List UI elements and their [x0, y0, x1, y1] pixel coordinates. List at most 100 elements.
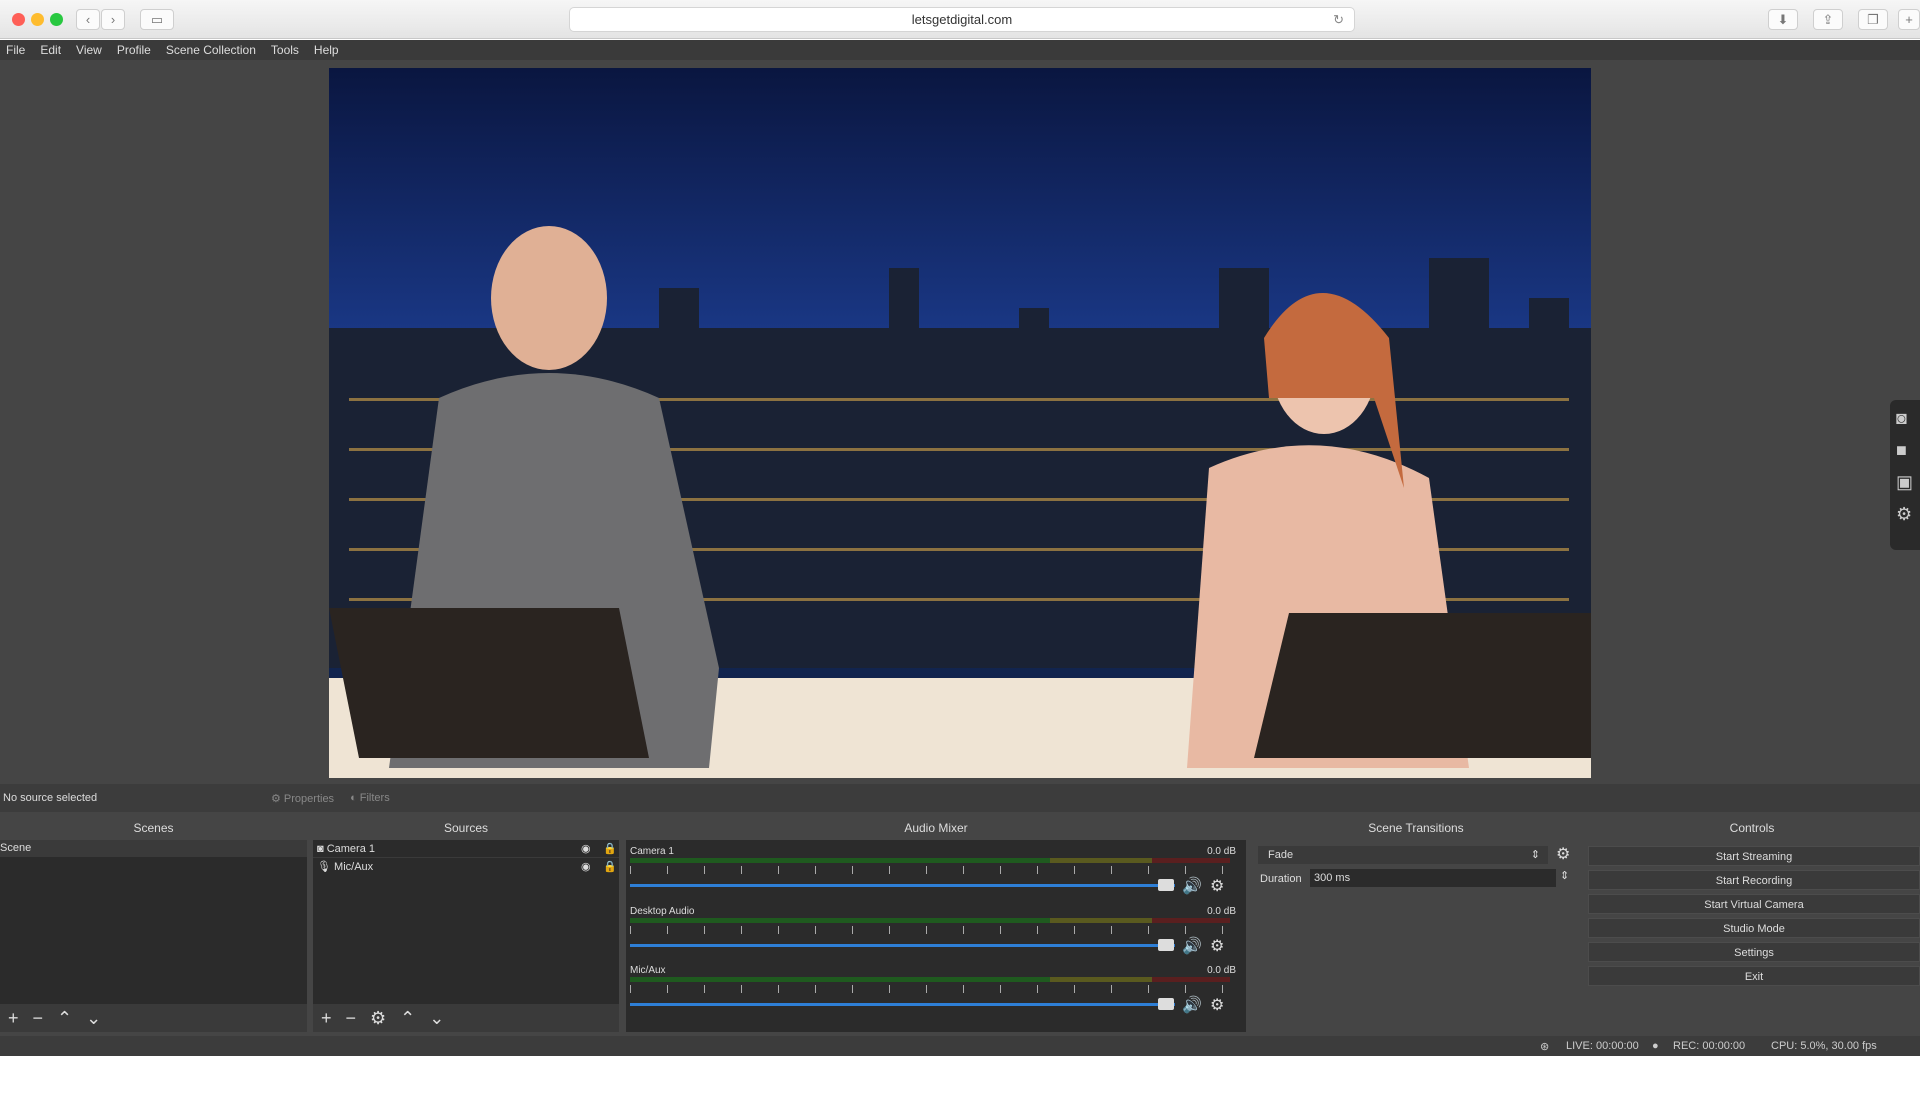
minimize-window-button[interactable] [31, 13, 44, 26]
url-text: letsgetdigital.com [911, 12, 1013, 27]
move-down-icon[interactable]: ⌄ [429, 1008, 444, 1029]
speaker-icon[interactable]: 🔊 [1182, 936, 1202, 956]
mixer-channel: Desktop Audio 0.0 dB 🔊 ⚙ [630, 906, 1236, 964]
exit-button[interactable]: Exit [1588, 966, 1920, 986]
close-window-button[interactable] [12, 13, 25, 26]
start-recording-button[interactable]: Start Recording [1588, 870, 1920, 890]
sidebar-toggle-button[interactable]: ▭ [140, 9, 174, 30]
speaker-icon[interactable]: 🔊 [1182, 876, 1202, 896]
properties-label: Properties [283, 792, 335, 805]
reload-icon[interactable]: ↻ [1333, 8, 1344, 31]
back-button[interactable]: ‹ [76, 9, 100, 30]
duration-label: Duration [1260, 873, 1302, 885]
browser-toolbar: ‹ › ▭ letsgetdigital.com ↻ ⬇ ⇪ ❐ + [0, 0, 1920, 39]
channel-db: 0.0 dB [1207, 965, 1236, 976]
source-name: Camera 1 [326, 843, 375, 855]
properties-button[interactable]: ⚙ Properties [271, 792, 334, 805]
move-up-icon[interactable]: ⌃ [57, 1008, 72, 1029]
volume-slider[interactable] [630, 884, 1175, 887]
gear-icon: ⚙ [271, 792, 284, 805]
mic-icon: 🎙 [317, 861, 335, 873]
gear-icon[interactable]: ⚙ [1210, 995, 1224, 1015]
tabs-icon: ❐ [1867, 12, 1879, 27]
studio-mode-button[interactable]: Studio Mode [1588, 918, 1920, 938]
remove-source-icon[interactable]: − [346, 1008, 357, 1029]
live-timer: LIVE: 00:00:00 [1566, 1040, 1639, 1052]
forward-button[interactable]: › [101, 9, 125, 30]
slider-handle[interactable] [1158, 879, 1174, 891]
menu-file[interactable]: File [6, 43, 25, 57]
transition-select[interactable]: Fade ⇕ [1258, 846, 1548, 864]
menu-tools[interactable]: Tools [271, 43, 299, 57]
start-streaming-button[interactable]: Start Streaming [1588, 846, 1920, 866]
cpu-fps: CPU: 5.0%, 30.00 fps [1771, 1040, 1877, 1052]
chevron-right-icon: › [110, 12, 116, 27]
gear-icon[interactable]: ⚙ [1210, 876, 1224, 896]
chevron-down-icon: ⇕ [1530, 849, 1540, 861]
mixer-channel: Mic/Aux 0.0 dB 🔊 ⚙ [630, 965, 1236, 1023]
address-bar[interactable]: letsgetdigital.com ↻ [569, 7, 1355, 32]
filters-button[interactable]: ◐ Filters [350, 792, 390, 804]
video-icon[interactable]: ■ [1896, 440, 1907, 461]
channel-name: Mic/Aux [630, 965, 666, 976]
eye-icon[interactable]: ◉ [581, 840, 591, 858]
downloads-button[interactable]: ⬇ [1768, 9, 1798, 30]
volume-meter [630, 858, 1230, 863]
obs-window: File Edit View Profile Scene Collection … [0, 40, 1920, 1056]
controls-dock-title: Controls [1584, 818, 1920, 838]
new-tab-button[interactable]: + [1898, 9, 1920, 30]
slider-handle[interactable] [1158, 939, 1174, 951]
menu-scene-collection[interactable]: Scene Collection [166, 43, 256, 57]
source-item[interactable]: 🎙 Mic/Aux ◉ 🔒 [313, 858, 619, 876]
remove-scene-icon[interactable]: − [33, 1008, 44, 1029]
meter-ticks [630, 926, 1230, 934]
speaker-icon[interactable]: 🔊 [1182, 995, 1202, 1015]
lock-icon[interactable]: 🔒 [603, 858, 617, 876]
transition-value: Fade [1268, 849, 1294, 861]
camera-icon[interactable]: ◙ [1896, 408, 1907, 429]
share-button[interactable]: ⇪ [1813, 9, 1843, 30]
filter-icon: ◐ [350, 792, 360, 804]
channel-name: Camera 1 [630, 846, 674, 857]
volume-slider[interactable] [630, 1003, 1175, 1006]
slider-handle[interactable] [1158, 998, 1174, 1010]
scene-item[interactable]: Scene [0, 840, 307, 857]
start-virtual-camera-button[interactable]: Start Virtual Camera [1588, 894, 1920, 914]
channel-db: 0.0 dB [1207, 846, 1236, 857]
lock-icon[interactable]: 🔒 [603, 840, 617, 858]
chevron-left-icon: ‹ [85, 12, 91, 27]
add-scene-icon[interactable]: + [8, 1008, 19, 1029]
duration-input[interactable]: 300 ms [1310, 869, 1556, 887]
volume-slider[interactable] [630, 944, 1175, 947]
move-up-icon[interactable]: ⌃ [400, 1008, 415, 1029]
zoom-window-button[interactable] [50, 13, 63, 26]
move-down-icon[interactable]: ⌄ [86, 1008, 101, 1029]
share-icon: ⇪ [1822, 12, 1834, 27]
eye-icon[interactable]: ◉ [581, 858, 591, 876]
mixer-dock-title: Audio Mixer [626, 818, 1246, 838]
gear-icon[interactable]: ⚙ [1556, 844, 1570, 864]
volume-meter [630, 918, 1230, 923]
status-bar: ⊛ LIVE: 00:00:00 ● REC: 00:00:00 CPU: 5.… [0, 1036, 1920, 1056]
preview-canvas[interactable] [329, 68, 1591, 778]
source-item[interactable]: ◙ Camera 1 ◉ 🔒 [313, 840, 619, 858]
duration-stepper[interactable]: ⇕ [1560, 869, 1569, 882]
mixer-channel: Camera 1 0.0 dB 🔊 ⚙ [630, 846, 1236, 904]
gear-icon[interactable]: ⚙ [1896, 504, 1912, 525]
menu-help[interactable]: Help [314, 43, 339, 57]
add-source-icon[interactable]: + [321, 1008, 332, 1029]
menu-profile[interactable]: Profile [117, 43, 151, 57]
menu-edit[interactable]: Edit [40, 43, 61, 57]
scenes-dock-title: Scenes [0, 818, 307, 838]
image-icon[interactable]: ▣ [1896, 472, 1913, 493]
settings-button[interactable]: Settings [1588, 942, 1920, 962]
tabs-overview-button[interactable]: ❐ [1858, 9, 1888, 30]
gear-icon[interactable]: ⚙ [1210, 936, 1224, 956]
vertical-toolbar: ◙ ■ ▣ ⚙ [1890, 400, 1920, 550]
sidebar-icon: ▭ [150, 12, 164, 27]
menu-view[interactable]: View [76, 43, 102, 57]
gear-icon[interactable]: ⚙ [370, 1008, 386, 1029]
context-bar: No source selected ⚙ Properties ◐ Filter… [0, 784, 1920, 812]
download-icon: ⬇ [1777, 12, 1789, 27]
scenes-toolbar: + − ⌃ ⌄ [0, 1004, 307, 1032]
